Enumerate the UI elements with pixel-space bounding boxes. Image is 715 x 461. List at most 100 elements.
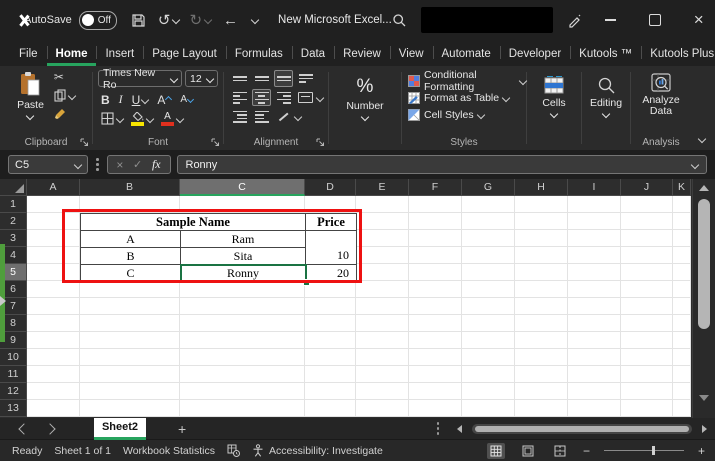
minimize-button[interactable] — [596, 5, 626, 35]
tab-page-layout[interactable]: Page Layout — [143, 40, 226, 66]
scroll-down-icon[interactable] — [699, 395, 709, 401]
editing-button[interactable]: Editing — [582, 76, 630, 117]
next-sheet-icon[interactable] — [44, 423, 55, 434]
borders-button[interactable] — [101, 112, 123, 125]
view-normal-button[interactable] — [487, 443, 505, 459]
row-header-2[interactable]: 2 — [0, 213, 27, 230]
workbook-statistics-button[interactable]: Workbook Statistics — [123, 445, 215, 457]
analyze-data-button[interactable]: Analyze Data — [631, 72, 691, 117]
view-page-layout-button[interactable] — [519, 443, 537, 459]
copy-button[interactable] — [54, 89, 75, 102]
scroll-up-icon[interactable] — [699, 185, 709, 191]
column-header-j[interactable]: J — [621, 179, 673, 196]
cancel-icon[interactable]: × — [116, 158, 123, 172]
view-page-break-button[interactable] — [551, 443, 569, 459]
horizontal-scrollbar[interactable] — [472, 424, 692, 434]
column-header-d[interactable]: D — [305, 179, 356, 196]
align-center-icon[interactable] — [252, 89, 271, 106]
tab-developer[interactable]: Developer — [500, 40, 570, 66]
status-sheet-count[interactable]: Sheet 1 of 1 — [54, 445, 111, 457]
accessibility-button[interactable]: Accessibility: Investigate — [252, 444, 383, 457]
sheet-tab-active[interactable]: Sheet2 — [94, 418, 146, 440]
tab-kutools-plus[interactable]: Kutools Plus — [641, 40, 715, 66]
row-header-10[interactable]: 10 — [0, 349, 27, 366]
collapse-ribbon-chevron-icon[interactable] — [698, 135, 706, 143]
conditional-formatting-button[interactable]: Conditional Formatting — [408, 72, 526, 89]
wrap-text-icon[interactable] — [296, 70, 315, 87]
tab-data[interactable]: Data — [292, 40, 334, 66]
column-header-g[interactable]: G — [462, 179, 515, 196]
column-header-c[interactable]: C — [180, 179, 305, 196]
clipboard-dialog-launcher[interactable] — [80, 138, 89, 147]
horizontal-scroll-thumb[interactable] — [475, 426, 689, 432]
increase-indent-icon[interactable] — [252, 108, 271, 125]
pen-mode-icon[interactable] — [567, 13, 582, 28]
close-button[interactable]: × — [684, 5, 714, 35]
macro-record-button[interactable] — [227, 444, 240, 457]
font-name-combo[interactable]: Times New Ro — [98, 70, 182, 87]
cells-button[interactable]: Cells — [527, 76, 581, 117]
back-arrow-icon[interactable]: ← — [223, 13, 238, 28]
zoom-slider-thumb[interactable] — [652, 446, 655, 455]
cut-icon[interactable]: ✂ — [54, 70, 64, 84]
fill-color-button[interactable] — [131, 112, 153, 126]
zoom-slider[interactable] — [604, 450, 684, 451]
font-size-combo[interactable]: 12 — [185, 70, 218, 87]
decrease-font-button[interactable]: A — [180, 94, 193, 105]
zoom-out-button[interactable]: − — [583, 444, 590, 458]
column-header-h[interactable]: H — [515, 179, 568, 196]
tab-review[interactable]: Review — [334, 40, 390, 66]
previous-sheet-icon[interactable] — [18, 423, 29, 434]
cell-styles-button[interactable]: Cell Styles — [408, 106, 526, 123]
select-all-corner[interactable] — [0, 179, 27, 196]
scroll-right-icon[interactable] — [702, 425, 707, 433]
maximize-button[interactable] — [640, 5, 670, 35]
enter-icon[interactable]: ✓ — [133, 158, 142, 171]
vertical-scrollbar[interactable] — [692, 179, 715, 418]
row-header-12[interactable]: 12 — [0, 383, 27, 400]
italic-button[interactable]: I — [119, 92, 123, 107]
tab-view[interactable]: View — [390, 40, 433, 66]
scroll-left-icon[interactable] — [457, 425, 462, 433]
orientation-icon[interactable] — [274, 108, 293, 125]
increase-font-button[interactable]: A — [157, 93, 171, 107]
align-right-icon[interactable] — [274, 89, 293, 106]
align-middle-icon[interactable] — [252, 70, 271, 87]
font-dialog-launcher[interactable] — [211, 138, 220, 147]
name-box[interactable]: C5 — [8, 155, 88, 174]
tabbar-options-icon[interactable] — [437, 427, 440, 430]
tab-home[interactable]: Home — [47, 40, 97, 66]
sheet-area[interactable]: Sample NamePriceARamBSita10CRonny20 — [27, 196, 691, 417]
bold-button[interactable]: B — [101, 93, 110, 107]
column-header-k[interactable]: K — [673, 179, 691, 196]
save-icon[interactable] — [131, 13, 146, 28]
tab-automate[interactable]: Automate — [433, 40, 500, 66]
align-top-icon[interactable] — [230, 70, 249, 87]
align-left-icon[interactable] — [230, 89, 249, 106]
tab-kutools[interactable]: Kutools ™ — [570, 40, 641, 66]
format-painter-icon[interactable] — [54, 107, 67, 120]
font-color-button[interactable]: A — [161, 112, 183, 126]
row-header-13[interactable]: 13 — [0, 400, 27, 417]
vertical-scroll-thumb[interactable] — [698, 199, 710, 329]
column-header-a[interactable]: A — [27, 179, 80, 196]
search-icon[interactable] — [392, 13, 407, 28]
add-sheet-button[interactable]: + — [178, 421, 186, 437]
formula-input[interactable]: Ronny — [177, 155, 708, 174]
tab-file[interactable]: File — [10, 40, 47, 66]
column-header-e[interactable]: E — [356, 179, 409, 196]
column-header-i[interactable]: I — [568, 179, 621, 196]
tab-insert[interactable]: Insert — [96, 40, 143, 66]
zoom-in-button[interactable]: + — [698, 444, 705, 458]
row-header-11[interactable]: 11 — [0, 366, 27, 383]
quick-access-chevron-icon[interactable] — [251, 16, 259, 24]
redo-button[interactable]: ↻ — [189, 13, 211, 28]
number-format-button[interactable]: % Number — [329, 76, 401, 120]
merge-center-icon[interactable] — [296, 89, 315, 106]
paste-button[interactable]: Paste — [17, 71, 44, 119]
column-header-b[interactable]: B — [80, 179, 180, 196]
insert-function-icon[interactable]: fx — [152, 157, 161, 172]
tab-formulas[interactable]: Formulas — [226, 40, 292, 66]
row-header-1[interactable]: 1 — [0, 196, 27, 213]
autosave-toggle[interactable]: Off — [79, 11, 117, 30]
